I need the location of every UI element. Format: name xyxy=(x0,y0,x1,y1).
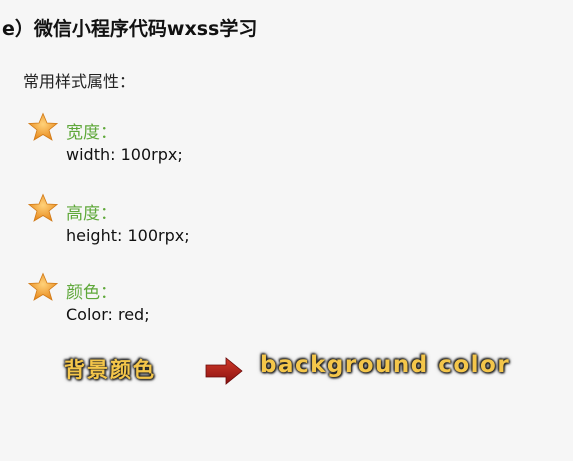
property-value: Color: red; xyxy=(66,305,150,324)
property-label: 颜色： xyxy=(66,283,117,303)
property-value: height: 100rpx; xyxy=(66,226,190,245)
arrow-right-icon xyxy=(205,357,243,385)
property-label: 高度： xyxy=(66,204,117,224)
star-icon xyxy=(28,272,58,301)
page-title: e）微信小程序代码wxss学习 xyxy=(2,18,258,40)
property-value: width: 100rpx; xyxy=(66,145,183,164)
translation-english: background color xyxy=(260,352,511,378)
translation-chinese: 背景颜色 xyxy=(64,358,156,382)
star-icon xyxy=(28,112,58,141)
slide: e）微信小程序代码wxss学习 常用样式属性： 宽度： width: 100rp… xyxy=(0,0,573,461)
property-label: 宽度： xyxy=(66,123,117,143)
star-icon xyxy=(28,193,58,222)
section-subtitle: 常用样式属性： xyxy=(23,72,136,91)
